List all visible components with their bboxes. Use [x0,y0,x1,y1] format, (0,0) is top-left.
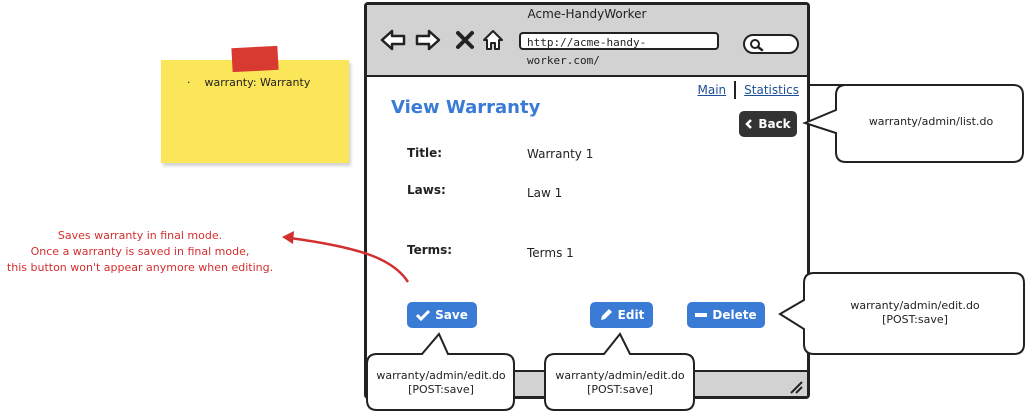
sticky-tape [231,45,279,73]
annotation-line: Saves warranty in final mode. [57,229,223,242]
home-icon[interactable] [479,27,507,53]
title-value: Warranty 1 [527,147,594,161]
sticky-note-text: warranty: Warranty [204,76,311,89]
laws-label: Laws: [407,183,446,197]
annotation-note: Saves warranty in final mode. Once a war… [0,228,280,276]
menu-separator [734,81,737,99]
sticky-note-item: · warranty: Warranty [187,76,310,89]
callout-delete-path: warranty/admin/edit.do [850,299,980,312]
back-button[interactable]: Back [739,111,797,137]
callout-delete: warranty/admin/edit.do [POST:save] [806,274,1024,352]
terms-value: Terms 1 [527,246,574,260]
title-label: Title: [407,146,443,160]
annotation-line: this button won't appear anymore when ed… [6,261,274,274]
callout-save-method: [POST:save] [408,383,474,396]
annotation-line: Once a warranty is saved in final mode, [30,245,250,258]
browser-chrome: Acme-HandyWorker http://acme-handy-worke… [367,5,807,77]
back-arrow-icon[interactable] [379,27,407,53]
callout-back-text: warranty/admin/list.do [868,115,994,128]
top-menu: Main Statistics [697,81,799,99]
search-icon [750,39,764,52]
minus-icon [695,313,708,317]
close-icon[interactable] [451,27,479,53]
menu-statistics-link[interactable]: Statistics [744,83,799,97]
url-bar[interactable]: http://acme-handy-worker.com/ [519,32,719,67]
edit-button[interactable]: Edit [590,302,653,328]
callout-edit: warranty/admin/edit.do [POST:save] [545,356,695,410]
callout-save: warranty/admin/edit.do [POST:save] [367,356,515,410]
pencil-icon [600,309,612,320]
window-title: Acme-HandyWorker [527,7,647,21]
annotation-arrow [282,231,410,283]
callout-delete-method: [POST:save] [882,313,948,326]
delete-button-label: Delete [712,308,757,322]
check-icon [416,309,431,321]
sticky-bullet: · [187,76,191,89]
forward-arrow-icon[interactable] [414,27,442,53]
callout-save-path: warranty/admin/edit.do [376,369,506,382]
chevron-left-icon [745,119,753,129]
callout-back: warranty/admin/list.do [838,86,1024,158]
page-title: View Warranty [391,97,541,118]
sticky-note: · warranty: Warranty [161,60,349,163]
resize-grip-icon[interactable] [789,380,803,394]
search-input[interactable] [743,34,799,54]
edit-button-label: Edit [617,308,645,322]
laws-value: Law 1 [527,186,563,200]
menu-main-link[interactable]: Main [697,83,726,97]
callout-edit-method: [POST:save] [587,383,653,396]
callout-edit-path: warranty/admin/edit.do [555,369,685,382]
back-button-label: Back [758,117,791,131]
delete-button[interactable]: Delete [687,302,765,328]
save-button[interactable]: Save [407,302,477,328]
save-button-label: Save [435,308,468,322]
